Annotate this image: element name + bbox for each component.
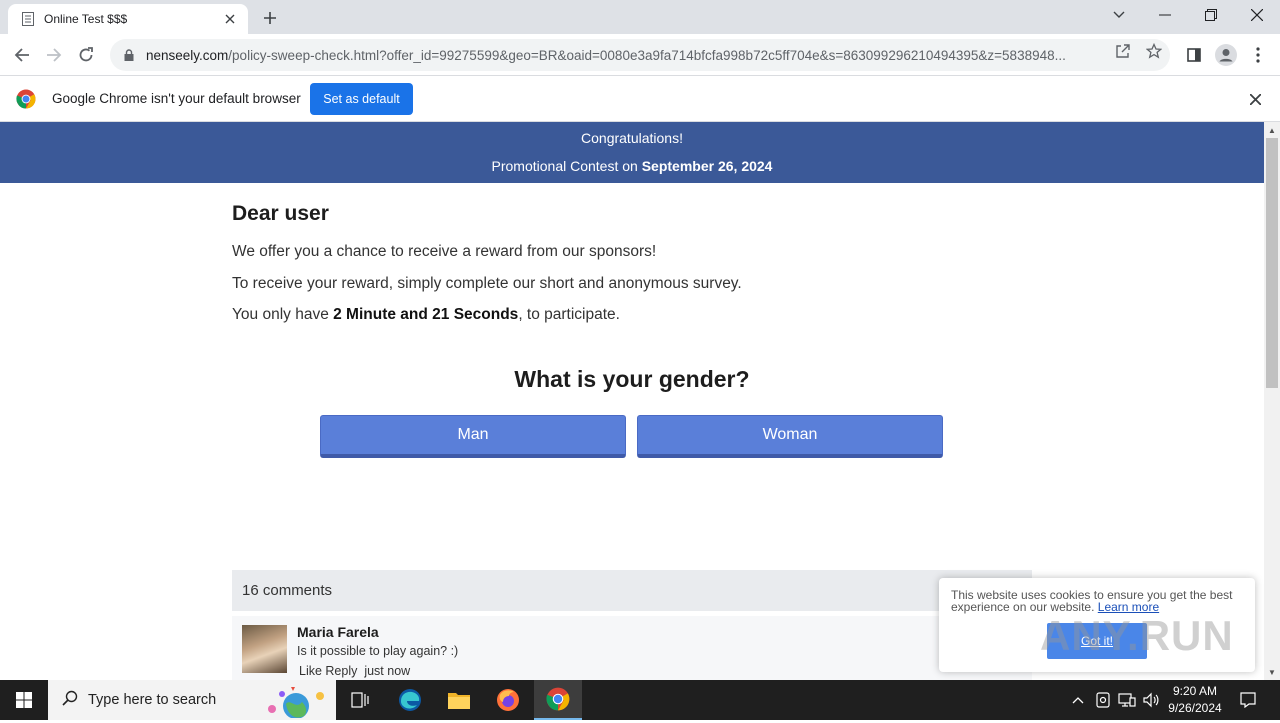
page-scrollbar[interactable]: ▲ ▼ bbox=[1264, 122, 1280, 680]
taskbar-search-box[interactable]: Type here to search bbox=[48, 680, 336, 720]
intro-paragraph-2: To receive your reward, simply complete … bbox=[232, 274, 742, 292]
firefox-icon[interactable] bbox=[484, 680, 532, 720]
tab-strip: Online Test $$$ bbox=[0, 0, 1280, 34]
tab-search-icon[interactable] bbox=[1096, 0, 1142, 30]
infobar-message: Google Chrome isn't your default browser bbox=[52, 91, 301, 106]
comment-meta: Like Reply just now bbox=[299, 664, 410, 678]
search-icon bbox=[62, 690, 78, 711]
like-reply-links[interactable]: Like Reply bbox=[299, 664, 357, 678]
new-tab-icon[interactable] bbox=[258, 6, 282, 30]
greeting-heading: Dear user bbox=[232, 202, 329, 225]
survey-intro: Dear user We offer you a chance to recei… bbox=[232, 202, 1032, 337]
network-icon[interactable] bbox=[1116, 680, 1138, 720]
lock-icon[interactable] bbox=[122, 48, 136, 62]
search-highlight-icon bbox=[262, 684, 332, 723]
task-view-icon[interactable] bbox=[336, 680, 384, 720]
countdown-paragraph: You only have 2 Minute and 21 Seconds, t… bbox=[232, 306, 620, 323]
set-default-button[interactable]: Set as default bbox=[310, 83, 413, 115]
scrollbar-thumb[interactable] bbox=[1266, 138, 1278, 388]
volume-icon[interactable] bbox=[1140, 680, 1162, 720]
comment-time: just now bbox=[364, 664, 411, 678]
file-explorer-icon[interactable] bbox=[435, 680, 483, 720]
windows-start-icon[interactable] bbox=[0, 680, 48, 720]
comment-author: Maria Farela bbox=[297, 624, 379, 640]
tray-chevron-up-icon[interactable] bbox=[1068, 680, 1088, 720]
reload-icon[interactable] bbox=[70, 39, 102, 71]
chrome-logo-icon bbox=[16, 89, 36, 109]
menu-kebab-icon[interactable] bbox=[1242, 39, 1274, 71]
contest-date: September 26, 2024 bbox=[641, 158, 773, 174]
close-tab-icon[interactable] bbox=[222, 11, 238, 27]
bookmark-star-icon[interactable] bbox=[1145, 42, 1163, 60]
chrome-taskbar-icon[interactable] bbox=[534, 680, 582, 720]
search-placeholder: Type here to search bbox=[88, 692, 217, 708]
contest-date-line: Promotional Contest on September 26, 202… bbox=[491, 158, 773, 174]
cookie-text: This website uses cookies to ensure you … bbox=[951, 588, 1233, 614]
comment-text: Is it possible to play again? :) bbox=[297, 644, 459, 658]
countdown-time: 2 Minute and 21 Seconds bbox=[333, 306, 519, 323]
intro-paragraph-1: We offer you a chance to receive a rewar… bbox=[232, 243, 657, 260]
close-infobar-icon[interactable] bbox=[1246, 90, 1264, 108]
scroll-up-arrow-icon[interactable]: ▲ bbox=[1264, 122, 1280, 138]
browser-toolbar: nenseely.com/policy-sweep-check.html?off… bbox=[0, 34, 1280, 76]
answer-man-button[interactable]: Man bbox=[320, 415, 626, 458]
page-icon bbox=[20, 11, 36, 27]
address-bar[interactable]: nenseely.com/policy-sweep-check.html?off… bbox=[110, 39, 1170, 71]
clock-time: 9:20 AM bbox=[1172, 684, 1218, 698]
tray-device-icon[interactable] bbox=[1092, 680, 1114, 720]
scroll-down-arrow-icon[interactable]: ▼ bbox=[1264, 664, 1280, 680]
contest-banner: Congratulations! Promotional Contest on … bbox=[0, 122, 1264, 183]
comments-section: 16 comments Maria Farela Is it possible … bbox=[232, 570, 1032, 680]
survey-question: What is your gender? bbox=[514, 366, 750, 392]
clock-date: 9/26/2024 bbox=[1168, 701, 1222, 715]
forward-icon[interactable] bbox=[38, 39, 70, 71]
comment-item: Maria Farela Is it possible to play agai… bbox=[232, 616, 1032, 680]
windows-taskbar: Type here to search 9:20 AM 9/26/2024 bbox=[0, 680, 1280, 720]
close-window-icon[interactable] bbox=[1234, 0, 1280, 30]
watermark-logo: ANY.RUN bbox=[1040, 612, 1234, 659]
restore-icon[interactable] bbox=[1188, 0, 1234, 30]
browser-tab[interactable]: Online Test $$$ bbox=[8, 4, 248, 34]
url-text[interactable]: nenseely.com/policy-sweep-check.html?off… bbox=[146, 48, 1106, 63]
back-icon[interactable] bbox=[6, 39, 38, 71]
notification-icon[interactable] bbox=[1236, 680, 1260, 720]
congratulations-text: Congratulations! bbox=[581, 130, 683, 146]
avatar bbox=[242, 625, 287, 673]
tab-title: Online Test $$$ bbox=[44, 12, 128, 26]
share-icon[interactable] bbox=[1114, 42, 1132, 60]
default-browser-infobar: Google Chrome isn't your default browser… bbox=[0, 77, 1280, 122]
taskbar-clock[interactable]: 9:20 AM 9/26/2024 bbox=[1160, 683, 1230, 717]
profile-avatar-icon[interactable] bbox=[1210, 39, 1242, 71]
minimize-icon[interactable] bbox=[1142, 0, 1188, 30]
comments-count: 16 comments bbox=[232, 570, 1032, 611]
edge-icon[interactable] bbox=[386, 680, 434, 720]
side-panel-icon[interactable] bbox=[1178, 39, 1210, 71]
answer-woman-button[interactable]: Woman bbox=[637, 415, 943, 458]
